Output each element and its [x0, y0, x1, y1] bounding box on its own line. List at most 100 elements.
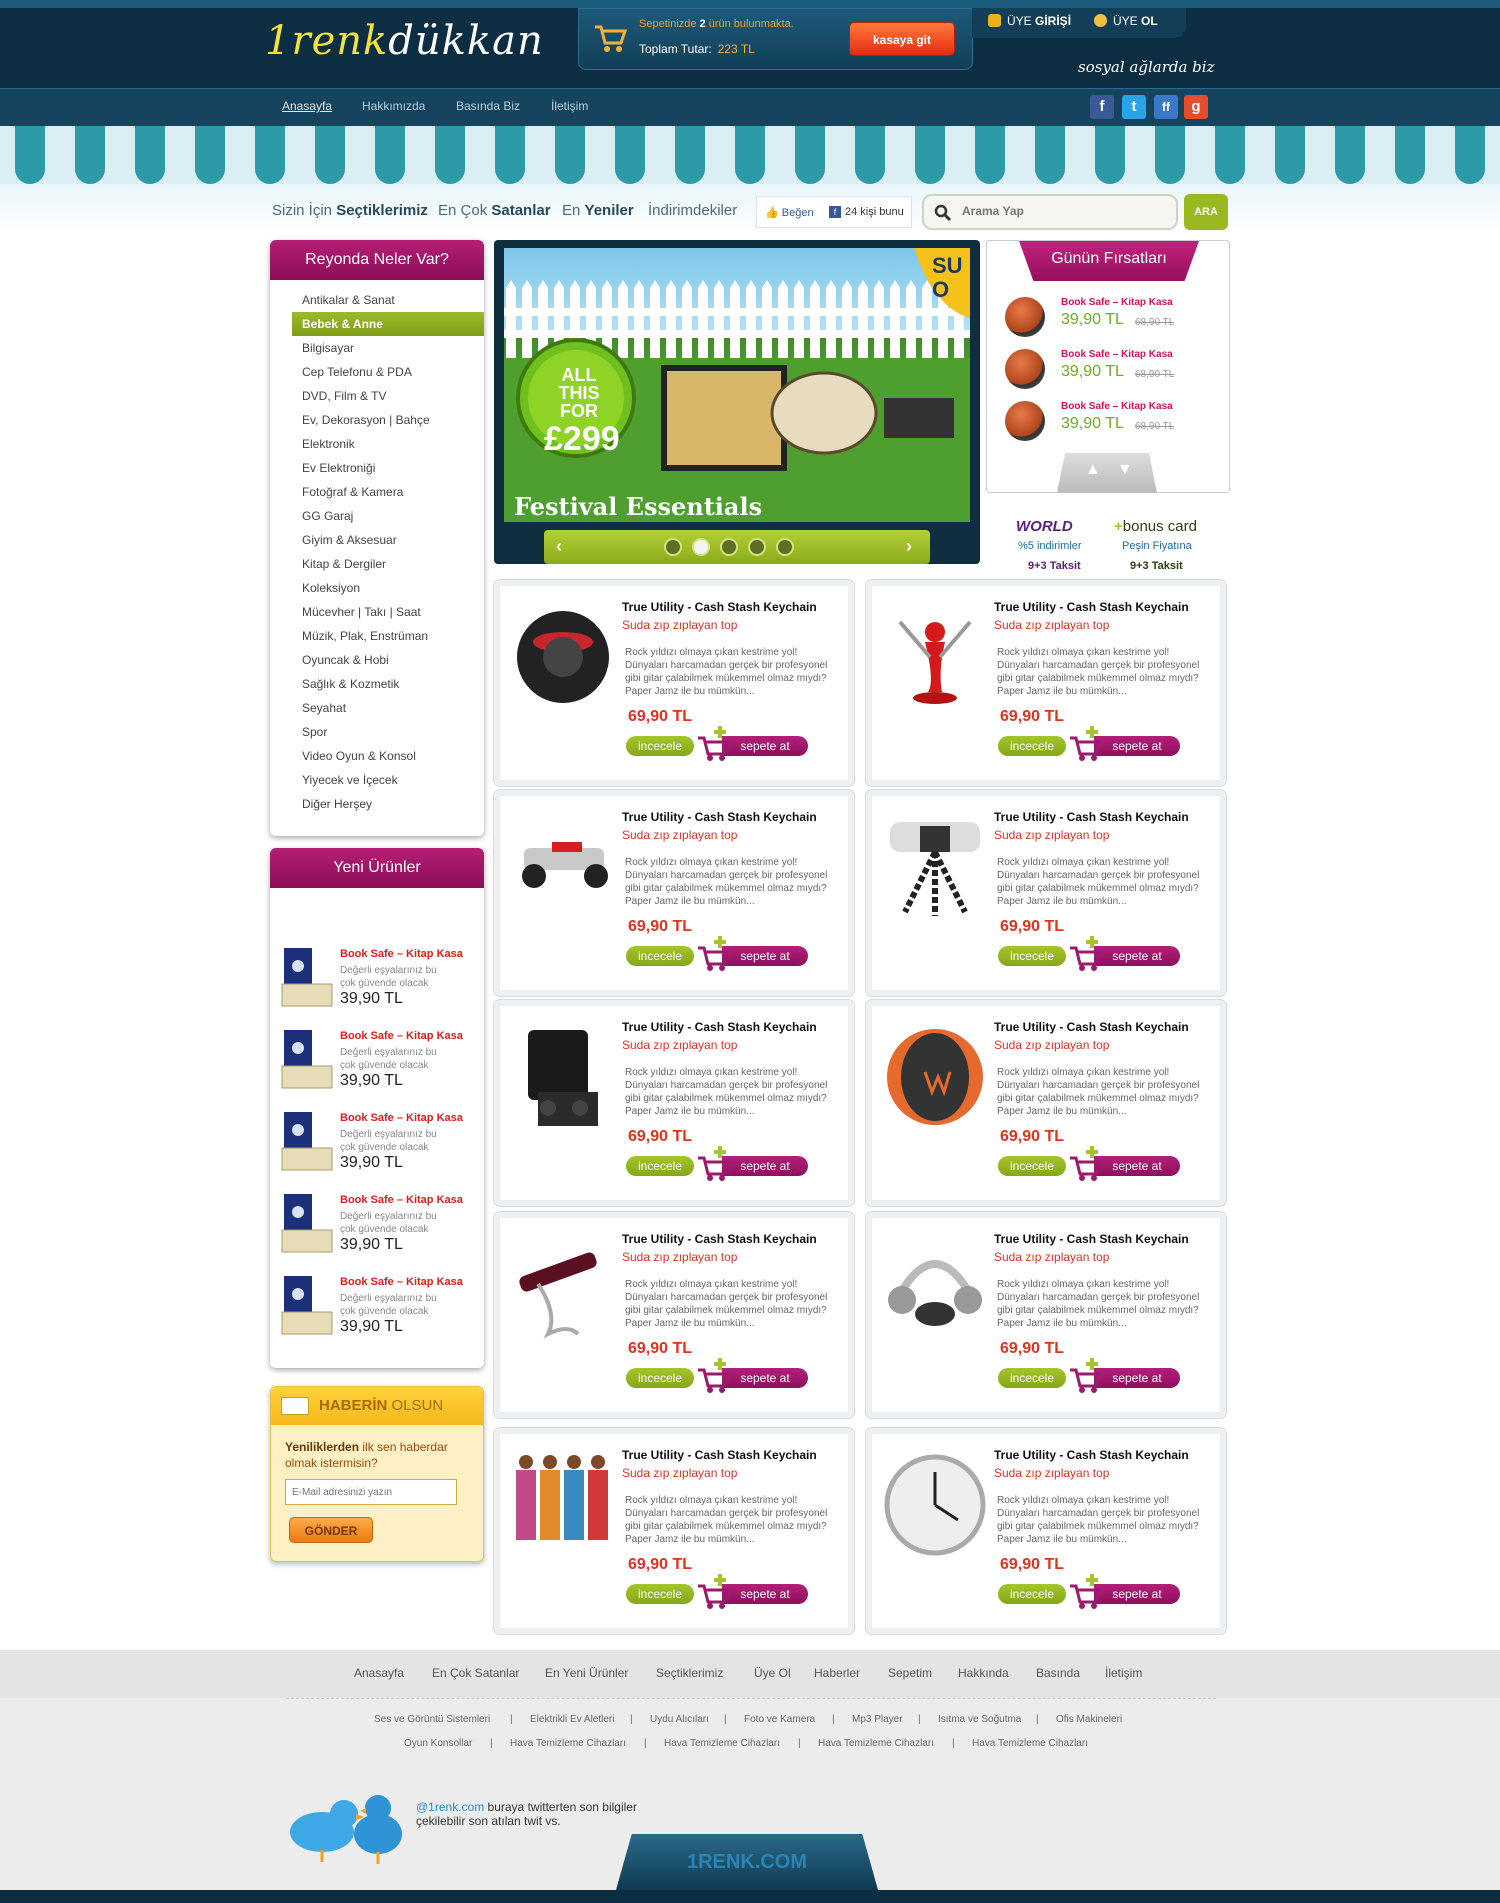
footer-category-link[interactable]: Ses ve Görüntü Sistemleri — [374, 1714, 490, 1725]
add-to-cart-button[interactable]: sepete at — [722, 946, 808, 966]
add-cart-icon[interactable] — [1068, 1574, 1102, 1610]
product-title[interactable]: True Utility - Cash Stash Keychain — [622, 1448, 817, 1462]
twitter-icon[interactable]: t — [1122, 95, 1146, 119]
deal-thumbnail[interactable] — [1005, 349, 1045, 389]
view-button[interactable]: incecele — [998, 1368, 1066, 1388]
footer-category-link[interactable]: Hava Temizleme Cihazları — [510, 1738, 626, 1749]
category-item[interactable]: Oyuncak & Hobi — [292, 648, 484, 672]
new-product-name[interactable]: Book Safe – Kitap Kasa — [340, 1112, 463, 1124]
category-item[interactable]: Elektronik — [292, 432, 484, 456]
add-cart-icon[interactable] — [696, 726, 730, 762]
category-item[interactable]: Spor — [292, 720, 484, 744]
footer-link[interactable]: Hakkında — [958, 1666, 1009, 1680]
category-item[interactable]: Antikalar & Sanat — [292, 288, 484, 312]
footer-link[interactable]: En Çok Satanlar — [432, 1666, 519, 1680]
category-item[interactable]: Yiyecek ve İçecek — [292, 768, 484, 792]
footer-link[interactable]: İletişim — [1105, 1666, 1142, 1680]
checkout-button[interactable]: kasaya git — [849, 22, 955, 56]
footer-category-link[interactable]: Ofis Makineleri — [1056, 1714, 1122, 1725]
product-title[interactable]: True Utility - Cash Stash Keychain — [994, 1232, 1189, 1246]
footer-link[interactable]: En Yeni Ürünler — [545, 1666, 628, 1680]
book-safe-image[interactable] — [280, 1110, 334, 1176]
category-item[interactable]: Ev, Dekorasyon | Bahçe — [292, 408, 484, 432]
chevron-down-icon[interactable]: ▼ — [1117, 461, 1133, 479]
view-button[interactable]: incecele — [998, 1584, 1066, 1604]
product-title[interactable]: True Utility - Cash Stash Keychain — [622, 1232, 817, 1246]
facebook-icon[interactable]: f — [1090, 95, 1114, 119]
book-safe-image[interactable] — [280, 1028, 334, 1094]
add-to-cart-button[interactable]: sepete at — [722, 736, 808, 756]
footer-category-link[interactable]: Elektrikli Ev Aletleri — [530, 1714, 614, 1725]
slider-dot[interactable] — [664, 538, 682, 556]
new-product-name[interactable]: Book Safe – Kitap Kasa — [340, 948, 463, 960]
chevron-up-icon[interactable]: ▲ — [1085, 461, 1101, 479]
search-button[interactable]: ARA — [1184, 194, 1228, 230]
category-item[interactable]: Bebek & Anne — [292, 312, 484, 336]
product-title[interactable]: True Utility - Cash Stash Keychain — [622, 600, 817, 614]
view-button[interactable]: incecele — [998, 1156, 1066, 1176]
add-cart-icon[interactable] — [1068, 726, 1102, 762]
knife-block-icon[interactable] — [880, 602, 990, 712]
register-link[interactable]: ÜYE OL — [1094, 14, 1158, 28]
deal-thumbnail[interactable] — [1005, 401, 1045, 441]
footer-category-link[interactable]: Uydu Alıcıları — [650, 1714, 709, 1725]
friendfeed-icon[interactable]: ff — [1154, 95, 1178, 119]
footer-link[interactable]: Sepetim — [888, 1666, 932, 1680]
wine-holder-icon[interactable] — [508, 1234, 618, 1344]
add-to-cart-button[interactable]: sepete at — [722, 1368, 808, 1388]
category-item[interactable]: GG Garaj — [292, 504, 484, 528]
search-input[interactable] — [962, 204, 1168, 218]
login-link[interactable]: ÜYE GİRİŞİ — [988, 14, 1071, 28]
view-button[interactable]: incecele — [626, 736, 694, 756]
footer-category-link[interactable]: Oyun Konsollar — [404, 1738, 472, 1749]
add-to-cart-button[interactable]: sepete at — [1094, 1584, 1180, 1604]
category-item[interactable]: Mücevher | Takı | Saat — [292, 600, 484, 624]
footer-link[interactable]: Anasayfa — [354, 1666, 404, 1680]
deal-name[interactable]: Book Safe – Kitap Kasa — [1061, 297, 1173, 308]
nav-basinda-biz[interactable]: Basında Biz — [456, 99, 520, 113]
email-field[interactable] — [285, 1479, 457, 1505]
slider-prev-icon[interactable]: ‹ — [556, 536, 562, 557]
add-to-cart-button[interactable]: sepete at — [722, 1584, 808, 1604]
slider-dot[interactable] — [776, 538, 794, 556]
new-product-name[interactable]: Book Safe – Kitap Kasa — [340, 1276, 463, 1288]
twitter-handle-link[interactable]: @1renk.com — [416, 1800, 484, 1814]
view-button[interactable]: incecele — [626, 946, 694, 966]
slider-dot[interactable] — [692, 538, 710, 556]
book-safe-image[interactable] — [280, 1192, 334, 1258]
deal-name[interactable]: Book Safe – Kitap Kasa — [1061, 349, 1173, 360]
speaker-icon[interactable] — [508, 602, 618, 712]
new-product-name[interactable]: Book Safe – Kitap Kasa — [340, 1194, 463, 1206]
footer-link[interactable]: Haberler — [814, 1666, 860, 1680]
add-cart-icon[interactable] — [1068, 936, 1102, 972]
add-cart-icon[interactable] — [696, 936, 730, 972]
nav-anasayfa[interactable]: Anasayfa — [282, 99, 332, 113]
category-item[interactable]: Video Oyun & Konsol — [292, 744, 484, 768]
google-icon[interactable]: g — [1184, 95, 1208, 119]
category-item[interactable]: Cep Telefonu & PDA — [292, 360, 484, 384]
deal-name[interactable]: Book Safe – Kitap Kasa — [1061, 401, 1173, 412]
new-product-name[interactable]: Book Safe – Kitap Kasa — [340, 1030, 463, 1042]
category-item[interactable]: Giyim & Aksesuar — [292, 528, 484, 552]
slide-image[interactable]: ALL THIS FOR £299 SU O Festival Essentials — [504, 248, 970, 522]
newsletter-submit-button[interactable]: GÖNDER — [289, 1517, 373, 1543]
product-title[interactable]: True Utility - Cash Stash Keychain — [622, 1020, 817, 1034]
headphones-icon[interactable] — [880, 1234, 990, 1344]
category-item[interactable]: Koleksiyon — [292, 576, 484, 600]
add-to-cart-button[interactable]: sepete at — [1094, 1156, 1180, 1176]
tab-discounts[interactable]: İndirimdekiler — [648, 202, 737, 219]
rc-car-icon[interactable] — [508, 812, 618, 922]
aprons-icon[interactable] — [508, 1450, 618, 1560]
footer-link[interactable]: Üye Ol — [754, 1666, 791, 1680]
like-button[interactable]: 👍 Beğen — [765, 206, 814, 219]
product-title[interactable]: True Utility - Cash Stash Keychain — [994, 1020, 1189, 1034]
add-cart-icon[interactable] — [696, 1146, 730, 1182]
deal-thumbnail[interactable] — [1005, 297, 1045, 337]
category-item[interactable]: Ev Elektroniği — [292, 456, 484, 480]
footer-link[interactable]: Seçtiklerimiz — [656, 1666, 723, 1680]
tab-bestsellers[interactable]: En Çok Satanlar — [438, 202, 551, 219]
footer-category-link[interactable]: Hava Temizleme Cihazları — [664, 1738, 780, 1749]
view-button[interactable]: incecele — [998, 946, 1066, 966]
tab-picks[interactable]: Sizin İçin Seçtiklerimiz — [272, 202, 428, 219]
category-item[interactable]: Seyahat — [292, 696, 484, 720]
